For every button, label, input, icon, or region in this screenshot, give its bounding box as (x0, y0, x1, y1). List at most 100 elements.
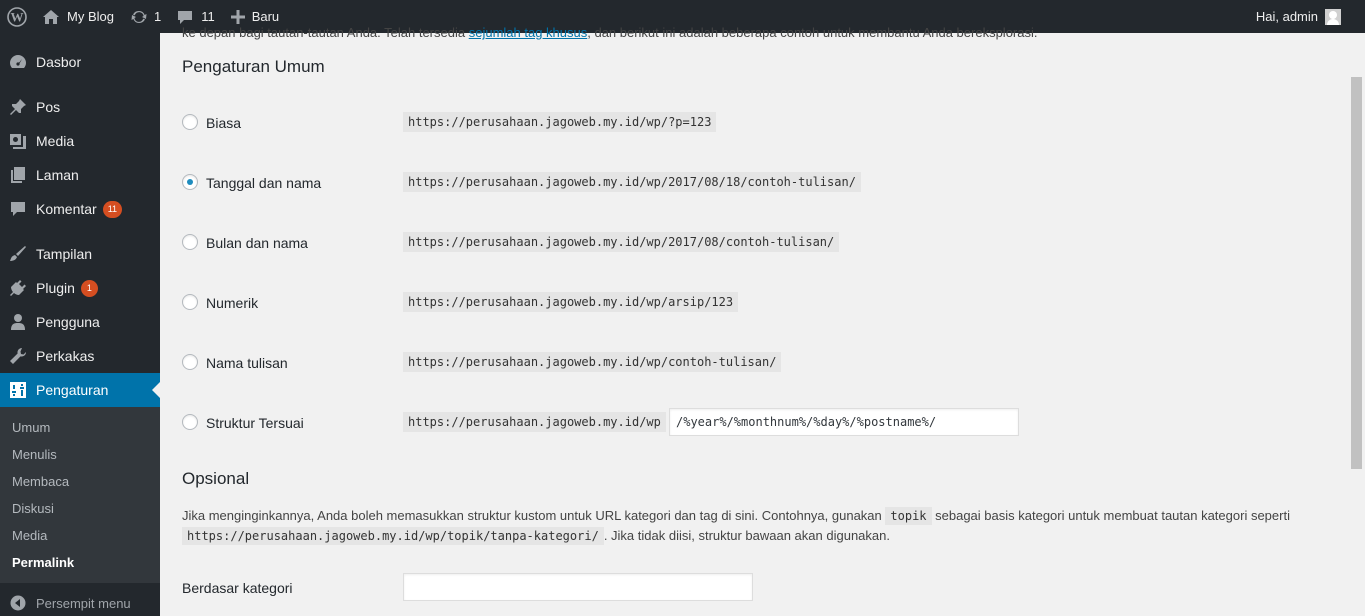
permalink-option-month-name[interactable]: Bulan dan nama https://perusahaan.jagowe… (182, 230, 1282, 256)
permalink-option-plain[interactable]: Biasa https://perusahaan.jagoweb.my.id/w… (182, 110, 1282, 136)
submenu-item-permalink[interactable]: Permalink (12, 555, 74, 570)
sidebar-item-label: Pengguna (36, 314, 100, 330)
new-label: Baru (251, 9, 280, 24)
intro-text: ke depan bagi tautan-tautan Anda. Telah … (182, 25, 1037, 40)
sidebar-item-label: Perkakas (36, 348, 95, 364)
category-base-input[interactable] (403, 573, 753, 601)
general-settings-heading: Pengaturan Umum (182, 57, 325, 76)
option-label: Tanggal dan nama (206, 175, 322, 191)
pin-icon (0, 97, 36, 117)
sidebar-item-plugins[interactable]: Plugin 1 (0, 271, 160, 305)
option-label: Struktur Tersuai (206, 415, 304, 431)
option-label: Nama tulisan (206, 355, 288, 371)
code-example-topik: topik (885, 507, 932, 525)
description-text: Jika menginginkannya, Anda boleh memasuk… (182, 508, 882, 523)
permalink-option-post-name[interactable]: Nama tulisan https://perusahaan.jagoweb.… (182, 350, 1282, 376)
settings-icon (0, 381, 36, 399)
comments-badge: 11 (102, 200, 123, 218)
sidebar-item-label: Tampilan (36, 246, 93, 262)
updates-link[interactable]: 1 (122, 0, 169, 33)
sidebar-item-dashboard[interactable]: Dasbor (0, 45, 160, 79)
sidebar-item-pages[interactable]: Laman (0, 158, 160, 192)
brush-icon (0, 244, 36, 264)
example-url: https://perusahaan.jagoweb.my.id/wp/cont… (403, 352, 782, 372)
plugins-badge: 1 (80, 279, 98, 297)
dashboard-icon (0, 52, 36, 72)
custom-structure-input[interactable]: /%year%/%monthnum%/%day%/%postname%/ (669, 408, 1019, 436)
permalink-settings-content: ke depan bagi tautan-tautan Anda. Telah … (182, 25, 1342, 616)
site-name: My Blog (67, 9, 114, 24)
site-name-link[interactable]: My Blog (34, 0, 122, 33)
sidebar-item-comments[interactable]: Komentar 11 (0, 192, 160, 226)
sidebar-item-settings[interactable]: Pengaturan (0, 373, 160, 407)
optional-heading: Opsional (182, 469, 250, 488)
user-icon (0, 312, 36, 332)
wrench-icon (0, 346, 36, 366)
permalink-option-numeric[interactable]: Numerik https://perusahaan.jagoweb.my.id… (182, 290, 1282, 316)
svg-text:W: W (11, 9, 24, 24)
radio-month-name[interactable] (182, 234, 198, 250)
radio-custom[interactable] (182, 414, 198, 430)
intro-text-part: , dan berikut ini adalah beberapa contoh… (587, 25, 1038, 40)
collapse-menu-button[interactable]: Persempit menu (0, 590, 160, 616)
plugin-icon (0, 278, 36, 298)
submenu-item-media[interactable]: Media (12, 528, 47, 543)
radio-plain[interactable] (182, 114, 198, 130)
updates-icon (130, 9, 148, 25)
sidebar-item-label: Pengaturan (36, 382, 109, 398)
settings-submenu: Umum Menulis Membaca Diskusi Media Perma… (0, 407, 160, 583)
submenu-item-discussion[interactable]: Diskusi (12, 501, 54, 516)
example-url: https://perusahaan.jagoweb.my.id/wp/2017… (403, 232, 840, 252)
greeting: Hai, admin (1255, 9, 1318, 24)
sidebar-item-appearance[interactable]: Tampilan (0, 237, 160, 271)
home-icon (42, 9, 60, 25)
radio-day-name[interactable] (182, 174, 198, 190)
sidebar-item-posts[interactable]: Pos (0, 90, 160, 124)
description-text: . Jika tidak diisi, struktur bawaan akan… (603, 528, 890, 543)
option-label: Biasa (206, 115, 242, 131)
sidebar-item-label: Media (36, 133, 75, 149)
custom-base-url: https://perusahaan.jagoweb.my.id/wp (403, 412, 666, 432)
page-scrollbar[interactable] (1348, 33, 1365, 616)
submenu-item-reading[interactable]: Membaca (12, 474, 69, 489)
collapse-label: Persempit menu (36, 595, 131, 611)
option-label: Bulan dan nama (206, 235, 308, 251)
sidebar-item-label: Komentar (36, 201, 97, 217)
media-icon (0, 131, 36, 151)
intro-text-part: ke depan bagi tautan-tautan Anda. Telah … (182, 25, 466, 40)
permalink-option-custom[interactable]: Struktur Tersuai https://perusahaan.jago… (182, 408, 1282, 436)
sidebar-item-label: Pos (36, 99, 61, 115)
permalink-option-day-name[interactable]: Tanggal dan nama https://perusahaan.jago… (182, 170, 1282, 196)
comments-count: 11 (201, 9, 215, 24)
example-url: https://perusahaan.jagoweb.my.id/wp/?p=1… (403, 112, 717, 132)
sidebar-item-tools[interactable]: Perkakas (0, 339, 160, 373)
avatar (1325, 8, 1341, 25)
example-url: https://perusahaan.jagoweb.my.id/wp/arsi… (403, 292, 739, 312)
radio-post-name[interactable] (182, 354, 198, 370)
sidebar-item-label: Plugin (36, 280, 75, 296)
example-url: https://perusahaan.jagoweb.my.id/wp/2017… (403, 172, 861, 192)
scrollbar-thumb[interactable] (1351, 77, 1362, 469)
comment-icon (0, 199, 36, 219)
plus-icon (230, 9, 245, 24)
optional-description: Jika menginginkannya, Anda boleh memasuk… (182, 506, 1322, 546)
admin-sidebar: Dasbor Pos Media Laman Komentar 11 Tampi… (0, 33, 160, 616)
tags-link[interactable]: sejumlah tag khusus (469, 25, 588, 40)
submenu-item-writing[interactable]: Menulis (12, 447, 57, 462)
comment-bubble-icon (177, 9, 193, 25)
radio-numeric[interactable] (182, 294, 198, 310)
category-base-label: Berdasar kategori (182, 580, 293, 596)
code-example-url: https://perusahaan.jagoweb.my.id/wp/topi… (182, 527, 604, 545)
sidebar-item-label: Laman (36, 167, 79, 183)
sidebar-item-users[interactable]: Pengguna (0, 305, 160, 339)
sidebar-item-label: Dasbor (36, 54, 82, 70)
my-account-link[interactable]: Hai, admin (1248, 0, 1365, 33)
sidebar-item-media[interactable]: Media (0, 124, 160, 158)
updates-count: 1 (153, 9, 162, 24)
wordpress-logo-icon[interactable]: W (0, 0, 34, 33)
description-text: sebagai basis kategori untuk membuat tau… (935, 508, 1290, 523)
submenu-item-general[interactable]: Umum (12, 420, 50, 435)
option-label: Numerik (206, 295, 259, 311)
collapse-arrow-icon (0, 595, 36, 611)
page-icon (0, 165, 36, 185)
